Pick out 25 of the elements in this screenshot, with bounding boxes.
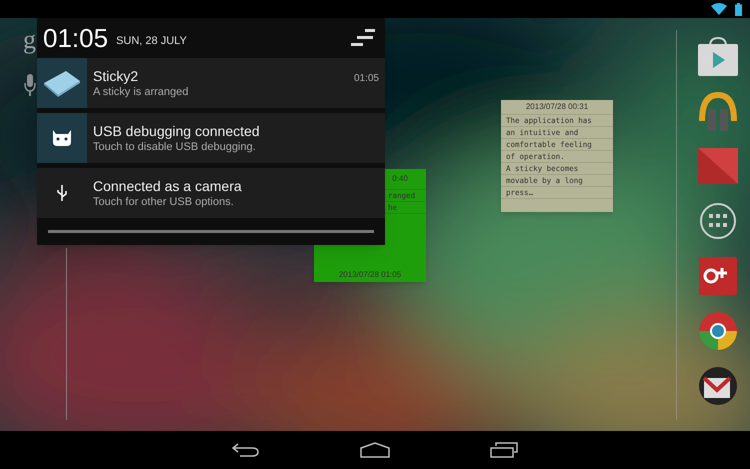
note-date: 2013/07/28 01:05 [338, 269, 402, 281]
search-logo[interactable]: g [23, 24, 36, 56]
recent-apps-icon[interactable] [490, 442, 518, 458]
notification-text: Touch for other USB options. [93, 194, 235, 210]
sticky-pad-icon [42, 69, 82, 97]
notification-text: Touch to disable USB debugging. [93, 140, 257, 154]
settings-icon[interactable] [351, 29, 375, 47]
notification-card[interactable]: Sticky2 A sticky is arranged 01:05 [37, 58, 385, 108]
notification-title: Connected as a camera [93, 176, 243, 194]
clock-time: 01:05 [43, 25, 108, 51]
notification-title: USB debugging connected [93, 122, 261, 140]
battery-icon [735, 2, 742, 16]
home-icon[interactable] [360, 442, 390, 458]
notification-card[interactable]: USB debugging connected Touch to disable USB debugging. [37, 113, 385, 163]
back-icon[interactable] [232, 442, 260, 458]
note-date: 2013/07/28 00:31 [501, 100, 613, 115]
notification-card[interactable]: Connected as a camera Touch for other USB options. [37, 168, 385, 218]
wifi-icon [711, 3, 727, 15]
drag-handle[interactable] [48, 230, 374, 233]
notification-time: 01:05 [354, 72, 380, 86]
notification-title: Sticky2 [93, 66, 140, 84]
usb-icon [57, 185, 67, 201]
microphone-icon[interactable] [24, 74, 36, 96]
notification-text: A sticky is arranged [93, 84, 190, 100]
date-label: SUN, 28 JULY [116, 34, 187, 49]
